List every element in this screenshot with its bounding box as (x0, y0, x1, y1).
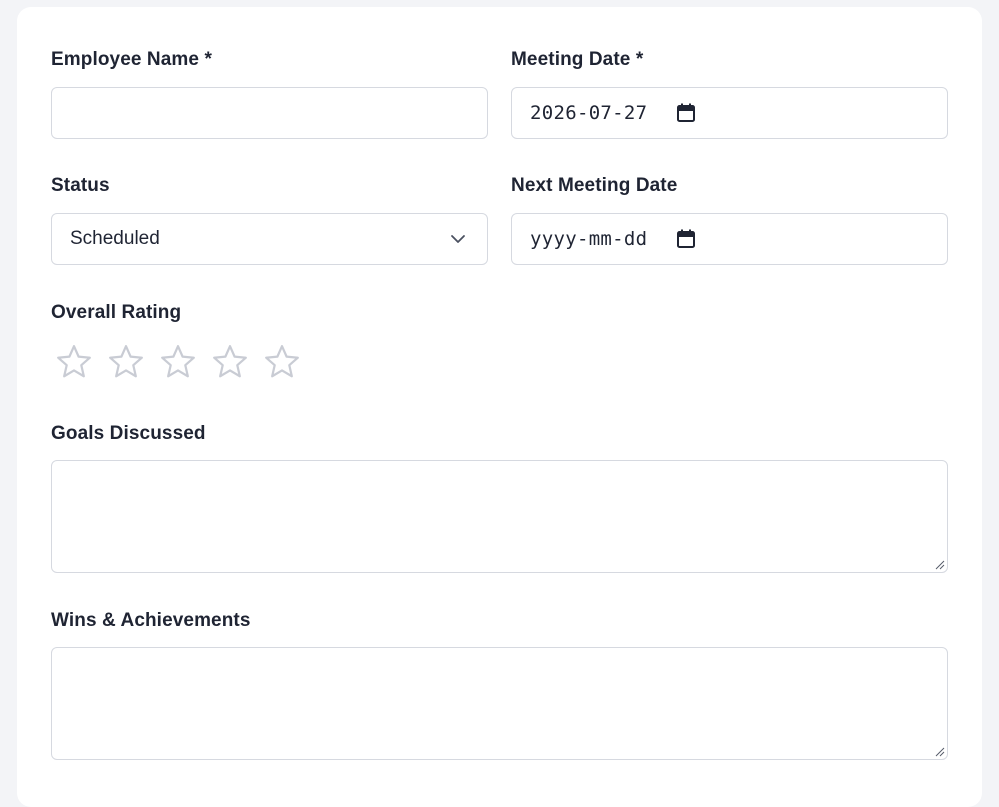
goals-discussed-field: Goals Discussed (51, 423, 948, 575)
calendar-icon[interactable] (676, 103, 696, 123)
resize-handle-icon[interactable] (933, 745, 945, 757)
review-form-card: Employee Name * Meeting Date * 2026-07-2… (17, 7, 982, 807)
star-rating (55, 343, 315, 381)
wins-achievements-field: Wins & Achievements (51, 610, 948, 762)
overall-rating-field: Overall Rating (51, 302, 488, 382)
chevron-down-icon (451, 235, 465, 243)
calendar-icon[interactable] (676, 229, 696, 249)
star-icon-1[interactable] (55, 343, 93, 381)
status-selected-value: Scheduled (70, 228, 160, 249)
meeting-date-label: Meeting Date * (511, 49, 644, 70)
goals-discussed-label: Goals Discussed (51, 423, 206, 444)
status-select[interactable]: Scheduled (51, 213, 488, 265)
star-icon-2[interactable] (107, 343, 145, 381)
next-meeting-date-field: Next Meeting Date yyyy-mm-dd (511, 175, 948, 267)
employee-name-input[interactable] (51, 87, 488, 139)
overall-rating-label: Overall Rating (51, 302, 182, 323)
next-meeting-date-label: Next Meeting Date (511, 175, 678, 196)
next-meeting-date-placeholder: yyyy-mm-dd (530, 228, 648, 250)
next-meeting-date-input[interactable]: yyyy-mm-dd (511, 213, 948, 265)
status-field: Status Scheduled (51, 175, 488, 267)
employee-name-field: Employee Name * (51, 49, 488, 141)
star-icon-3[interactable] (159, 343, 197, 381)
star-icon-5[interactable] (263, 343, 301, 381)
meeting-date-value: 2026-07-27 (530, 102, 648, 124)
wins-achievements-textarea[interactable] (51, 647, 948, 760)
meeting-date-input[interactable]: 2026-07-27 (511, 87, 948, 139)
status-label: Status (51, 175, 110, 196)
resize-handle-icon[interactable] (933, 558, 945, 570)
wins-achievements-label: Wins & Achievements (51, 610, 251, 631)
goals-discussed-textarea[interactable] (51, 460, 948, 573)
employee-name-label: Employee Name * (51, 49, 212, 70)
meeting-date-field: Meeting Date * 2026-07-27 (511, 49, 948, 141)
star-icon-4[interactable] (211, 343, 249, 381)
